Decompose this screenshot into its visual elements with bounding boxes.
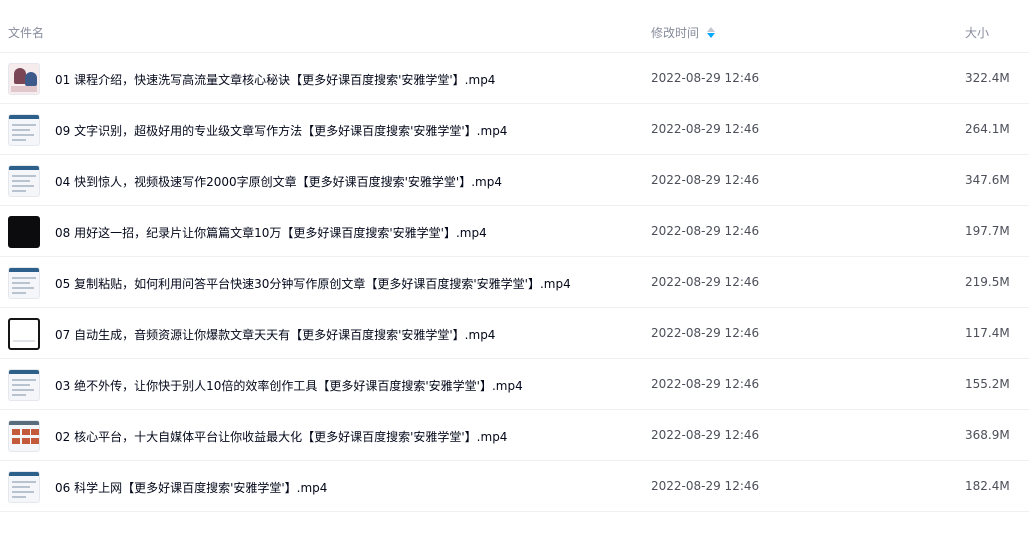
file-name-link[interactable]: 02 核心平台，十大自媒体平台让你收益最大化【更多好课百度搜索'安雅学堂'】.m… <box>55 428 507 445</box>
file-modified-time: 2022-08-29 12:46 <box>651 377 760 391</box>
file-size: 322.4M <box>965 71 1010 85</box>
table-row[interactable]: 07 自动生成，音频资源让你爆款文章天天有【更多好课百度搜索'安雅学堂'】.mp… <box>0 308 1029 359</box>
file-name-link[interactable]: 07 自动生成，音频资源让你爆款文章天天有【更多好课百度搜索'安雅学堂'】.mp… <box>55 326 495 343</box>
file-name-link[interactable]: 04 快到惊人，视频极速写作2000字原创文章【更多好课百度搜索'安雅学堂'】.… <box>55 173 502 190</box>
file-name-link[interactable]: 06 科学上网【更多好课百度搜索'安雅学堂'】.mp4 <box>55 479 327 496</box>
file-modified-time: 2022-08-29 12:46 <box>651 224 760 238</box>
table-row[interactable]: 02 核心平台，十大自媒体平台让你收益最大化【更多好课百度搜索'安雅学堂'】.m… <box>0 410 1029 461</box>
video-thumbnail-icon[interactable] <box>8 63 40 95</box>
file-rows: 01 课程介绍，快速洗写高流量文章核心秘诀【更多好课百度搜索'安雅学堂'】.mp… <box>0 53 1029 512</box>
column-header-name[interactable]: 文件名 <box>8 24 44 41</box>
file-size: 197.7M <box>965 224 1010 238</box>
video-thumbnail-icon[interactable] <box>8 216 40 248</box>
table-row[interactable]: 01 课程介绍，快速洗写高流量文章核心秘诀【更多好课百度搜索'安雅学堂'】.mp… <box>0 53 1029 104</box>
file-size: 182.4M <box>965 479 1010 493</box>
file-size: 219.5M <box>965 275 1010 289</box>
file-modified-time: 2022-08-29 12:46 <box>651 275 760 289</box>
file-list-table: 文件名 修改时间 大小 01 课程介绍，快速洗写高流量文章核心秘诀【更多好课百度… <box>0 0 1029 512</box>
video-thumbnail-icon[interactable] <box>8 114 40 146</box>
table-row[interactable]: 03 绝不外传，让你快于别人10倍的效率创作工具【更多好课百度搜索'安雅学堂'】… <box>0 359 1029 410</box>
video-thumbnail-icon[interactable] <box>8 471 40 503</box>
file-size: 368.9M <box>965 428 1010 442</box>
file-modified-time: 2022-08-29 12:46 <box>651 428 760 442</box>
file-modified-time: 2022-08-29 12:46 <box>651 326 760 340</box>
table-header: 文件名 修改时间 大小 <box>0 0 1029 53</box>
column-header-modified-time[interactable]: 修改时间 <box>651 24 716 41</box>
file-name-link[interactable]: 03 绝不外传，让你快于别人10倍的效率创作工具【更多好课百度搜索'安雅学堂'】… <box>55 377 523 394</box>
file-modified-time: 2022-08-29 12:46 <box>651 479 760 493</box>
video-thumbnail-icon[interactable] <box>8 420 40 452</box>
file-modified-time: 2022-08-29 12:46 <box>651 173 760 187</box>
table-row[interactable]: 04 快到惊人，视频极速写作2000字原创文章【更多好课百度搜索'安雅学堂'】.… <box>0 155 1029 206</box>
file-modified-time: 2022-08-29 12:46 <box>651 71 760 85</box>
table-row[interactable]: 09 文字识别，超极好用的专业级文章写作方法【更多好课百度搜索'安雅学堂'】.m… <box>0 104 1029 155</box>
file-name-link[interactable]: 05 复制粘贴，如何利用问答平台快速30分钟写作原创文章【更多好课百度搜索'安雅… <box>55 275 571 292</box>
column-header-size[interactable]: 大小 <box>965 24 989 41</box>
table-row[interactable]: 05 复制粘贴，如何利用问答平台快速30分钟写作原创文章【更多好课百度搜索'安雅… <box>0 257 1029 308</box>
video-thumbnail-icon[interactable] <box>8 369 40 401</box>
file-name-link[interactable]: 08 用好这一招，纪录片让你篇篇文章10万【更多好课百度搜索'安雅学堂'】.mp… <box>55 224 487 241</box>
file-size: 155.2M <box>965 377 1010 391</box>
sort-icon[interactable] <box>707 26 716 39</box>
video-thumbnail-icon[interactable] <box>8 267 40 299</box>
file-modified-time: 2022-08-29 12:46 <box>651 122 760 136</box>
table-row[interactable]: 06 科学上网【更多好课百度搜索'安雅学堂'】.mp4 2022-08-29 12… <box>0 461 1029 512</box>
file-size: 347.6M <box>965 173 1010 187</box>
video-thumbnail-icon[interactable] <box>8 318 40 350</box>
video-thumbnail-icon[interactable] <box>8 165 40 197</box>
file-name-link[interactable]: 01 课程介绍，快速洗写高流量文章核心秘诀【更多好课百度搜索'安雅学堂'】.mp… <box>55 71 495 88</box>
file-name-link[interactable]: 09 文字识别，超极好用的专业级文章写作方法【更多好课百度搜索'安雅学堂'】.m… <box>55 122 507 139</box>
column-header-modified-time-label: 修改时间 <box>651 26 700 40</box>
table-row[interactable]: 08 用好这一招，纪录片让你篇篇文章10万【更多好课百度搜索'安雅学堂'】.mp… <box>0 206 1029 257</box>
file-size: 264.1M <box>965 122 1010 136</box>
file-size: 117.4M <box>965 326 1010 340</box>
